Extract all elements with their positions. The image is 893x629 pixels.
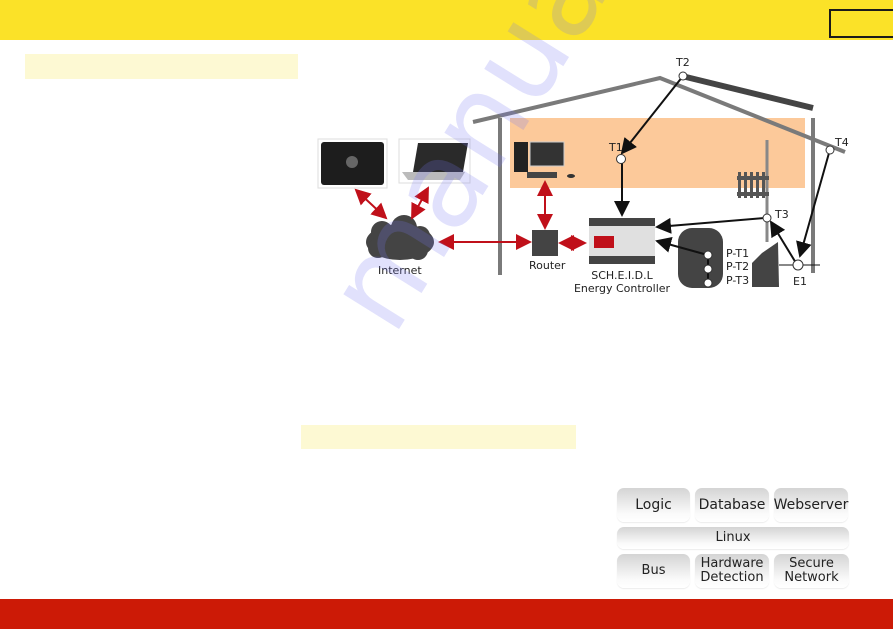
page-number-box <box>829 9 893 38</box>
stack-secure-network: Secure Network <box>774 554 849 588</box>
tablet-image <box>317 138 388 189</box>
footer-bar <box>0 599 893 629</box>
link-tablet-internet <box>354 188 388 220</box>
link-t3-controller <box>655 217 765 234</box>
sensor-t4-icon <box>825 145 835 155</box>
stack-hardware-line1: Hardware <box>700 556 764 571</box>
stack-bus: Bus <box>617 554 690 588</box>
sensor-t1-icon <box>616 154 626 164</box>
stack-linux: Linux <box>617 527 849 549</box>
section-heading-band-1 <box>25 54 298 79</box>
internet-cloud <box>366 215 434 260</box>
stack-bus-label: Bus <box>641 563 666 578</box>
energy-controller <box>589 218 655 264</box>
stack-webserver: Webserver <box>774 488 848 522</box>
sensor-t3-icon <box>762 213 772 223</box>
tank-sensor-label-3: P-T3 <box>726 274 749 287</box>
stack-hardware-detection: Hardware Detection <box>695 554 769 588</box>
stack-hardware-line2: Detection <box>700 570 764 585</box>
stack-secure-line2: Network <box>784 570 839 585</box>
sensor-t2-icon <box>678 71 688 81</box>
tank-sensor-label-1: P-T1 <box>726 247 749 260</box>
software-stack: Logic Database Webserver Linux Bus Hardw… <box>615 486 851 592</box>
storage-tank <box>678 228 723 288</box>
tank-sensor-label-2: P-T2 <box>726 260 749 273</box>
stack-logic: Logic <box>617 488 690 522</box>
controller-label-line2: Energy Controller <box>574 282 671 295</box>
internet-label: Internet <box>378 264 422 277</box>
sensor-t3-label: T3 <box>774 208 789 221</box>
stack-database: Database <box>695 488 769 522</box>
solar-panel <box>685 74 814 111</box>
controller-label-line1: SCH.E.I.D.L <box>591 269 653 282</box>
sensor-e1-label: E1 <box>793 275 807 288</box>
header-bar <box>0 0 893 40</box>
section-heading-band-2 <box>301 425 576 449</box>
router <box>532 230 558 256</box>
link-laptop-internet <box>411 186 429 220</box>
boiler <box>752 242 779 287</box>
system-diagram: Internet Router SCH.E.I.D.L Energy Contr… <box>317 56 849 295</box>
sensor-t4-label: T4 <box>834 136 849 149</box>
stack-secure-line1: Secure <box>789 556 834 571</box>
laptop-image <box>398 138 471 184</box>
sensor-t1-label: T1 <box>608 141 623 154</box>
sensor-e1-icon <box>792 259 804 271</box>
router-label: Router <box>529 259 566 272</box>
sensor-t2-label: T2 <box>675 56 690 69</box>
